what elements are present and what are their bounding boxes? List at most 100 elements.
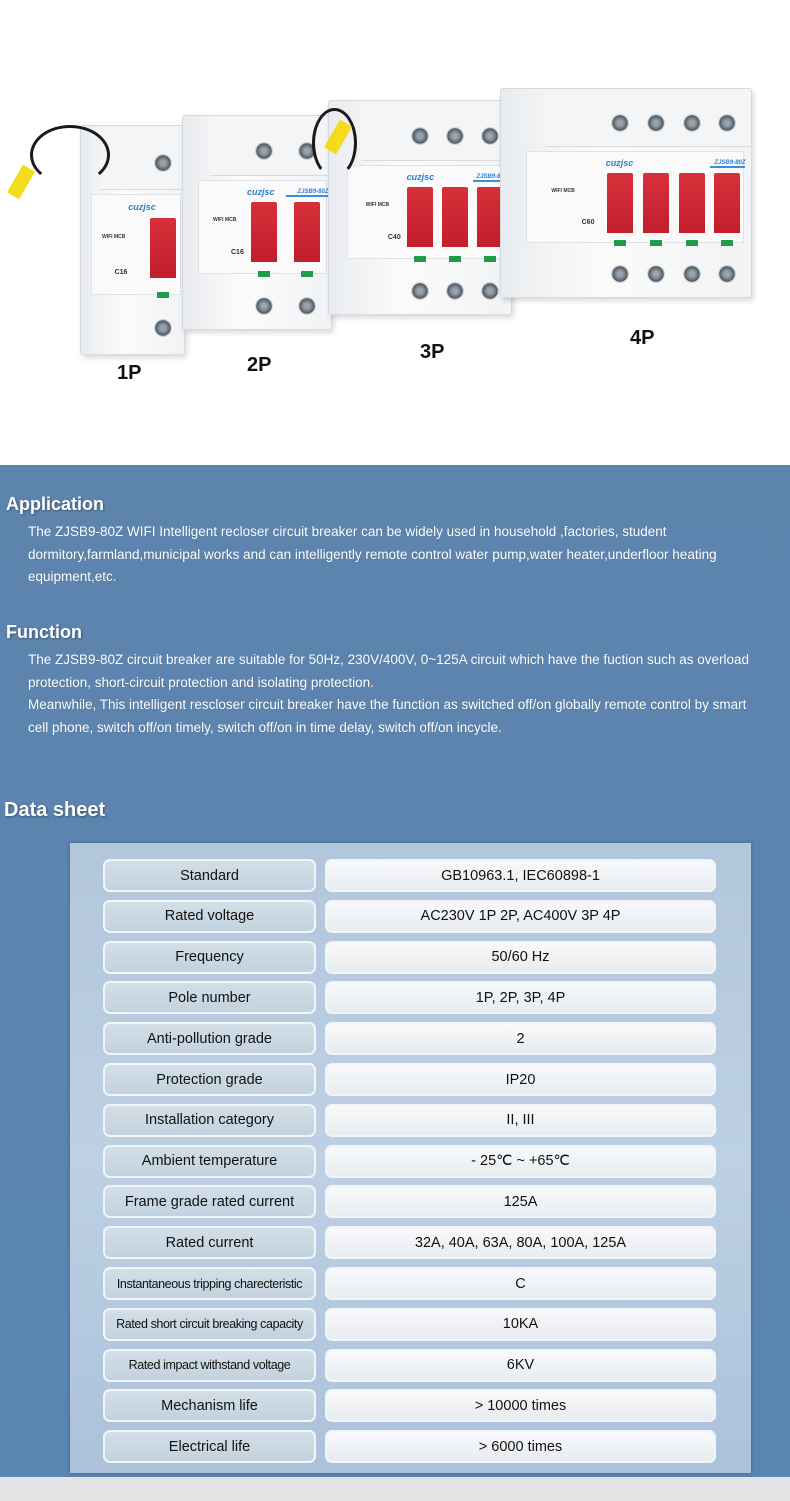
datasheet-row: Installation category II, III xyxy=(103,1103,716,1137)
screw-icon xyxy=(646,114,665,133)
datasheet-value: > 6000 times xyxy=(325,1430,716,1464)
datasheet-row: Electrical life > 6000 times xyxy=(103,1430,716,1464)
status-indicator xyxy=(685,240,698,247)
datasheet-value: C xyxy=(325,1267,716,1300)
datasheet-value: > 10000 times xyxy=(325,1389,716,1423)
datasheet-heading: Data sheet xyxy=(4,799,106,821)
datasheet-label: Rated short circuit breaking capacity xyxy=(103,1307,316,1341)
screw-icon xyxy=(646,265,665,284)
status-indicator xyxy=(301,270,314,277)
screw-icon xyxy=(255,296,274,315)
datasheet-row: Mechanism life > 10000 times xyxy=(103,1389,716,1423)
brand-logo: cuzjsc xyxy=(247,186,275,197)
datasheet-row: Instantaneous tripping charecteristic C xyxy=(103,1267,716,1300)
datasheet-value: 6KV xyxy=(325,1348,716,1382)
rating-marking: C16 xyxy=(231,249,244,257)
wire xyxy=(30,125,110,185)
wifi-mcb-marking: WIFI MCB xyxy=(365,202,390,209)
function-text-2: Meanwhile, This intelligent rescloser ci… xyxy=(28,697,747,735)
datasheet-label: Ambient temperature xyxy=(103,1144,316,1178)
datasheet-row: Anti-pollution grade 2 xyxy=(103,1022,716,1056)
wifi-mcb-marking: WIFI MCB xyxy=(102,234,126,241)
screw-icon xyxy=(411,126,430,145)
screw-icon xyxy=(682,265,701,284)
function-heading: Function xyxy=(6,622,82,642)
rating-marking: C16 xyxy=(114,268,128,276)
datasheet-value: 50/60 Hz xyxy=(325,940,716,974)
datasheet-label: Standard xyxy=(103,859,316,892)
datasheet-label: Rated voltage xyxy=(103,899,316,933)
screw-icon xyxy=(154,153,173,172)
model-label: ZJSB9-80Z xyxy=(709,160,746,169)
status-indicator xyxy=(721,240,734,247)
terminal-cover xyxy=(99,126,184,190)
toggle-lever xyxy=(294,202,321,262)
datasheet-label: Rated impact withstand voltage xyxy=(103,1348,316,1382)
datasheet-row: Rated impact withstand voltage 6KV xyxy=(103,1348,716,1382)
pole-label: 1P xyxy=(117,362,142,384)
status-indicator xyxy=(414,255,427,262)
pole-label: 2P xyxy=(247,354,272,376)
datasheet-label: Rated current xyxy=(103,1226,316,1260)
brand-logo: cuzjsc xyxy=(605,158,634,169)
datasheet-label: Frequency xyxy=(103,940,316,974)
toggle-lever xyxy=(678,173,705,233)
datasheet-label: Mechanism life xyxy=(103,1389,316,1423)
application-text: The ZJSB9-80Z WIFI Intelligent recloser … xyxy=(28,524,717,585)
datasheet-label: Pole number xyxy=(103,981,316,1015)
datasheet-value: 10KA xyxy=(325,1307,716,1341)
screw-icon xyxy=(298,296,317,315)
rating-marking: C40 xyxy=(387,234,401,242)
toggle-lever xyxy=(150,218,177,278)
datasheet-value: 32A, 40A, 63A, 80A, 100A, 125A xyxy=(325,1226,716,1260)
pole-label: 4P xyxy=(630,327,655,349)
datasheet-row: Standard GB10963.1, IEC60898-1 xyxy=(103,859,716,892)
datasheet-table: Standard GB10963.1, IEC60898-1 Rated volta… xyxy=(70,843,751,1473)
datasheet-row: Rated voltage AC230V 1P 2P, AC400V 3P 4P xyxy=(103,899,716,933)
toggle-lever xyxy=(642,173,669,233)
datasheet-value: - 25℃ ~ +65℃ xyxy=(325,1144,716,1178)
datasheet-row: Rated short circuit breaking capacity 10K… xyxy=(103,1307,716,1341)
status-indicator xyxy=(157,291,170,298)
datasheet-label: Instantaneous tripping charecteristic xyxy=(103,1267,316,1300)
screw-icon xyxy=(682,114,701,133)
screw-icon xyxy=(481,281,499,300)
screw-icon xyxy=(446,126,465,145)
toggle-lever xyxy=(714,173,741,233)
datasheet-value: 2 xyxy=(325,1022,716,1056)
datasheet-label: Installation category xyxy=(103,1103,316,1137)
status-indicator xyxy=(258,270,271,277)
screw-icon xyxy=(481,126,499,145)
datasheet-row: Rated current 32A, 40A, 63A, 80A, 100A, 1… xyxy=(103,1226,716,1260)
brand-logo: cuzjsc xyxy=(406,171,435,182)
toggle-lever xyxy=(606,173,633,233)
datasheet-value: 125A xyxy=(325,1185,716,1219)
datasheet-label: Protection grade xyxy=(103,1063,316,1096)
toggle-lever xyxy=(442,187,469,247)
screw-icon xyxy=(610,114,629,133)
datasheet-row: Ambient temperature - 25℃ ~ +65℃ xyxy=(103,1144,716,1178)
toggle-lever xyxy=(407,187,434,247)
datasheet-row: Frequency 50/60 Hz xyxy=(103,940,716,974)
breaker-2p: cuzjsc ZJSB9-80Z WIFI MCB C16 xyxy=(182,115,332,330)
screw-icon xyxy=(446,281,465,300)
datasheet-label: Anti-pollution grade xyxy=(103,1022,316,1056)
datasheet-row: Frame grade rated current 125A xyxy=(103,1185,716,1219)
breaker-4p: cuzjsc ZJSB9-80Z WIFI MCB C60 xyxy=(500,88,752,298)
screw-icon xyxy=(411,281,430,300)
status-indicator xyxy=(484,255,496,262)
rating-marking: C60 xyxy=(581,219,595,227)
wire-tag xyxy=(6,164,36,200)
function-text-1: The ZJSB9-80Z circuit breaker are suitab… xyxy=(28,652,750,690)
toggle-lever xyxy=(251,202,278,262)
datasheet-value: 1P, 2P, 3P, 4P xyxy=(325,981,716,1015)
datasheet-row: Protection grade IP20 xyxy=(103,1063,716,1096)
datasheet-value: AC230V 1P 2P, AC400V 3P 4P xyxy=(325,899,716,933)
datasheet-value: GB10963.1, IEC60898-1 xyxy=(325,859,716,892)
wifi-mcb-marking: WIFI MCB xyxy=(213,217,237,224)
datasheet-value: IP20 xyxy=(325,1063,716,1096)
datasheet-row: Pole number 1P, 2P, 3P, 4P xyxy=(103,981,716,1015)
pole-label: 3P xyxy=(420,341,445,363)
datasheet-value: II, III xyxy=(325,1103,716,1137)
brand-logo: cuzjsc xyxy=(128,201,156,212)
